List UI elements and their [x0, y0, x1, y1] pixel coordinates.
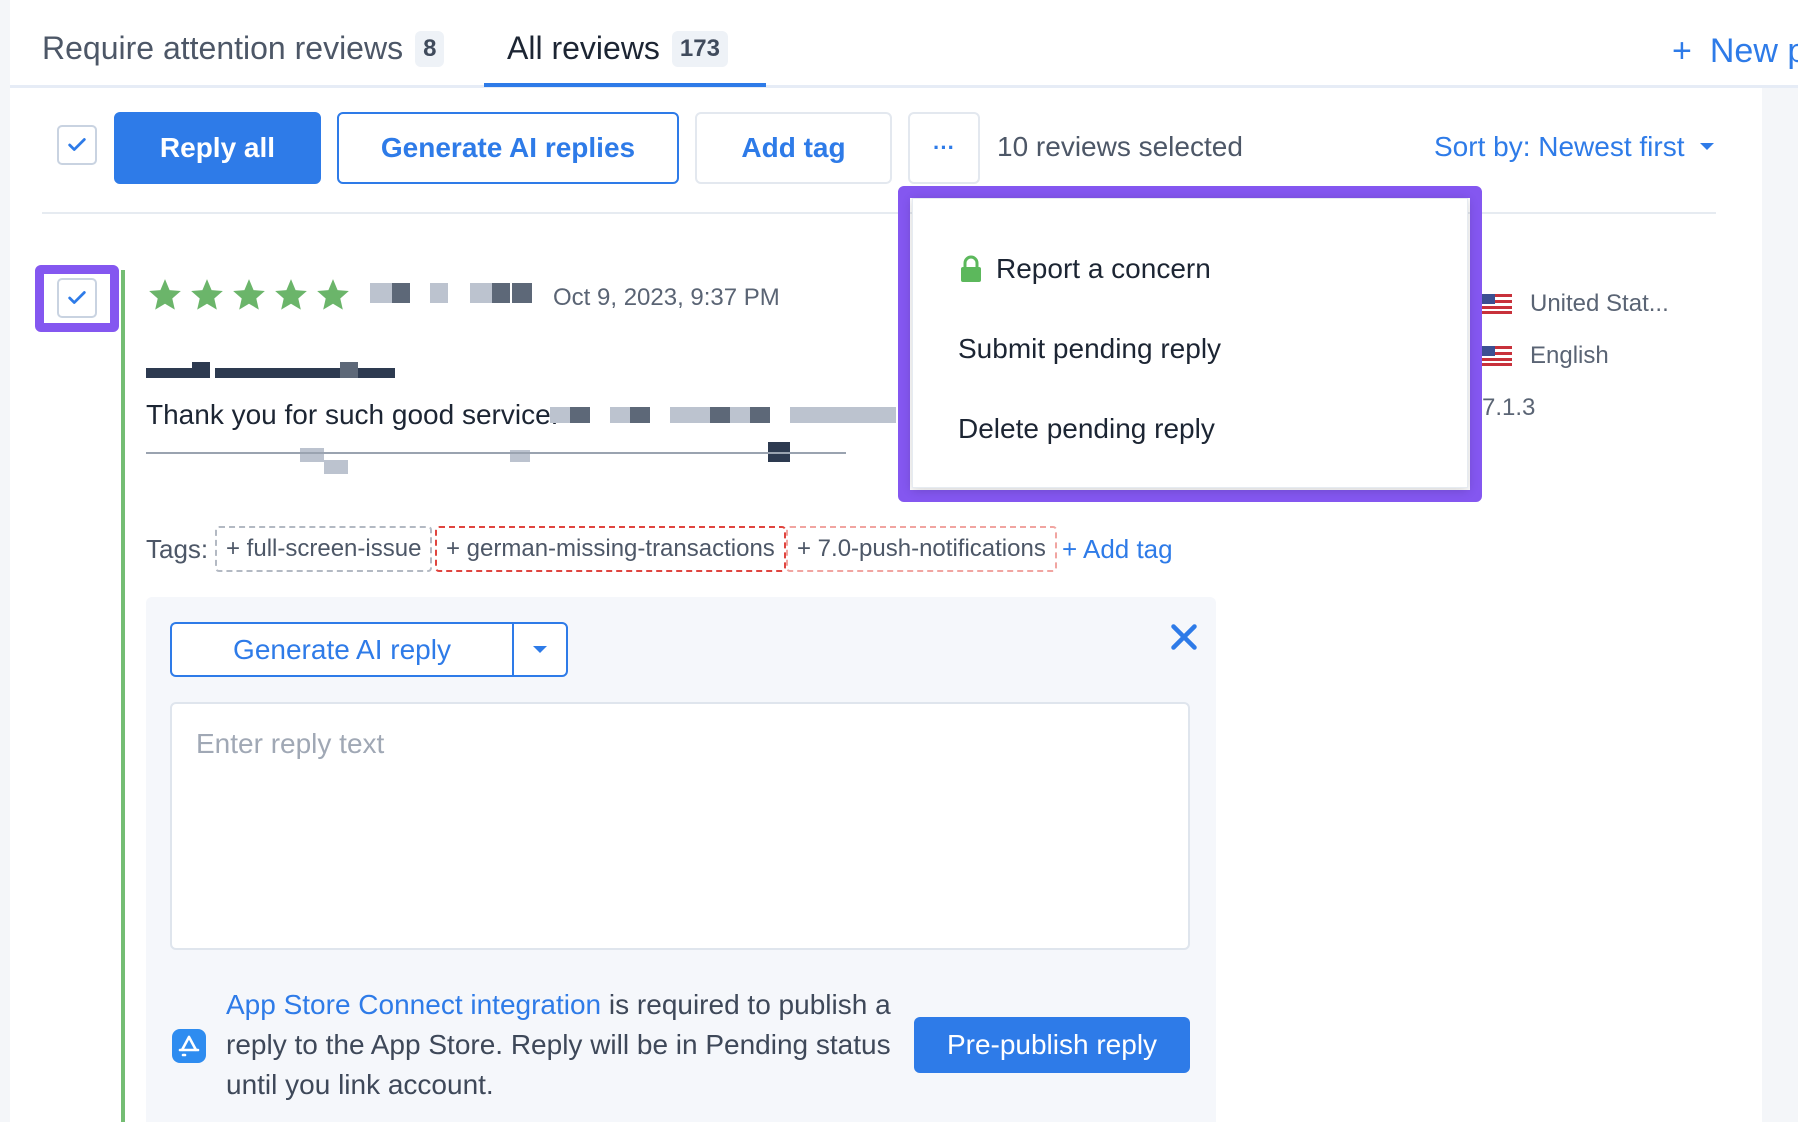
tab-bar: Require attention reviews 8 All reviews …: [10, 0, 1798, 88]
menu-item-report-concern[interactable]: Report a concern: [958, 253, 1211, 285]
tab-count-badge: 173: [671, 30, 728, 67]
generate-ai-replies-button[interactable]: Generate AI replies: [337, 112, 679, 184]
star-icon: [149, 279, 181, 310]
selected-count-text: 10 reviews selected: [997, 131, 1243, 162]
app-store-icon: [172, 1029, 206, 1063]
language-label: English: [1530, 342, 1609, 369]
menu-item-label: Report a concern: [996, 253, 1211, 284]
tag-push-notifications[interactable]: + 7.0-push-notifications: [786, 526, 1057, 572]
review-country: United Stat...: [1482, 290, 1669, 318]
review-select-checkbox[interactable]: [57, 278, 97, 318]
menu-item-submit-pending-reply[interactable]: Submit pending reply: [958, 333, 1221, 365]
star-icon: [275, 279, 307, 310]
menu-item-label: Submit pending reply: [958, 333, 1222, 364]
pre-publish-reply-button[interactable]: Pre-publish reply: [914, 1017, 1190, 1073]
tag-full-screen-issue[interactable]: + full-screen-issue: [215, 526, 433, 572]
generate-ai-reply-button[interactable]: Generate AI reply: [170, 622, 512, 677]
reply-all-button[interactable]: Reply all: [114, 112, 321, 184]
sort-dropdown[interactable]: Sort by: Newest first: [1434, 131, 1715, 163]
tab-label: Require attention reviews: [42, 30, 404, 66]
caret-down-icon: [1699, 143, 1714, 150]
right-gutter: [1762, 88, 1798, 1122]
star-icon: [317, 279, 349, 310]
tab-all-reviews[interactable]: All reviews 173: [507, 30, 728, 67]
review-status-bar: [121, 270, 125, 1122]
tab-label: All reviews: [507, 30, 660, 66]
lock-icon: [961, 255, 981, 282]
star-icon: [191, 279, 223, 310]
new-button-label: New p: [1709, 32, 1798, 70]
reply-text-input[interactable]: [170, 702, 1190, 950]
menu-item-label: Delete pending reply: [958, 413, 1215, 444]
review-version: 7.1.3: [1482, 394, 1535, 422]
app-store-connect-link[interactable]: App Store Connect integration: [226, 989, 601, 1020]
more-actions-button[interactable]: ···: [908, 112, 980, 184]
reply-panel: Generate AI reply App Store Connect inte…: [146, 597, 1216, 1122]
new-button[interactable]: + New p: [1672, 32, 1798, 71]
version-label: 7.1.3: [1482, 394, 1536, 421]
close-icon[interactable]: [1166, 619, 1202, 655]
tag-german-missing-transactions[interactable]: + german-missing-transactions: [435, 526, 786, 572]
country-label: United Stat...: [1530, 290, 1669, 317]
us-flag-icon: [1482, 346, 1512, 366]
integration-notice: App Store Connect integration is require…: [226, 985, 906, 1105]
select-all-checkbox[interactable]: [57, 125, 97, 165]
tab-require-attention[interactable]: Require attention reviews 8: [42, 30, 445, 67]
tab-count-badge: 8: [415, 30, 445, 67]
tags-label: Tags:: [146, 534, 209, 564]
sort-label: Sort by: Newest first: [1434, 131, 1685, 162]
review-date: Oct 9, 2023, 9:37 PM: [553, 284, 780, 311]
generate-ai-options-button[interactable]: [512, 622, 568, 677]
review-text: Thank you for such good service.: [146, 399, 559, 430]
checkmark-icon: [68, 291, 86, 304]
star-icon: [233, 279, 265, 310]
reviews-page: Require attention reviews 8 All reviews …: [0, 0, 1798, 1122]
checkmark-icon: [68, 138, 86, 151]
star-rating: [146, 276, 352, 314]
caret-down-icon: [533, 645, 547, 653]
active-tab-indicator: [484, 83, 766, 87]
review-language: English: [1482, 342, 1609, 370]
more-actions-menu: Report a concern Submit pending reply De…: [912, 198, 1468, 488]
add-tag-link[interactable]: + Add tag: [1062, 534, 1173, 565]
add-tag-button[interactable]: Add tag: [695, 112, 892, 184]
menu-item-delete-pending-reply[interactable]: Delete pending reply: [958, 413, 1215, 445]
us-flag-icon: [1482, 294, 1512, 314]
left-gutter: [0, 0, 10, 1122]
plus-icon: +: [1672, 32, 1692, 70]
